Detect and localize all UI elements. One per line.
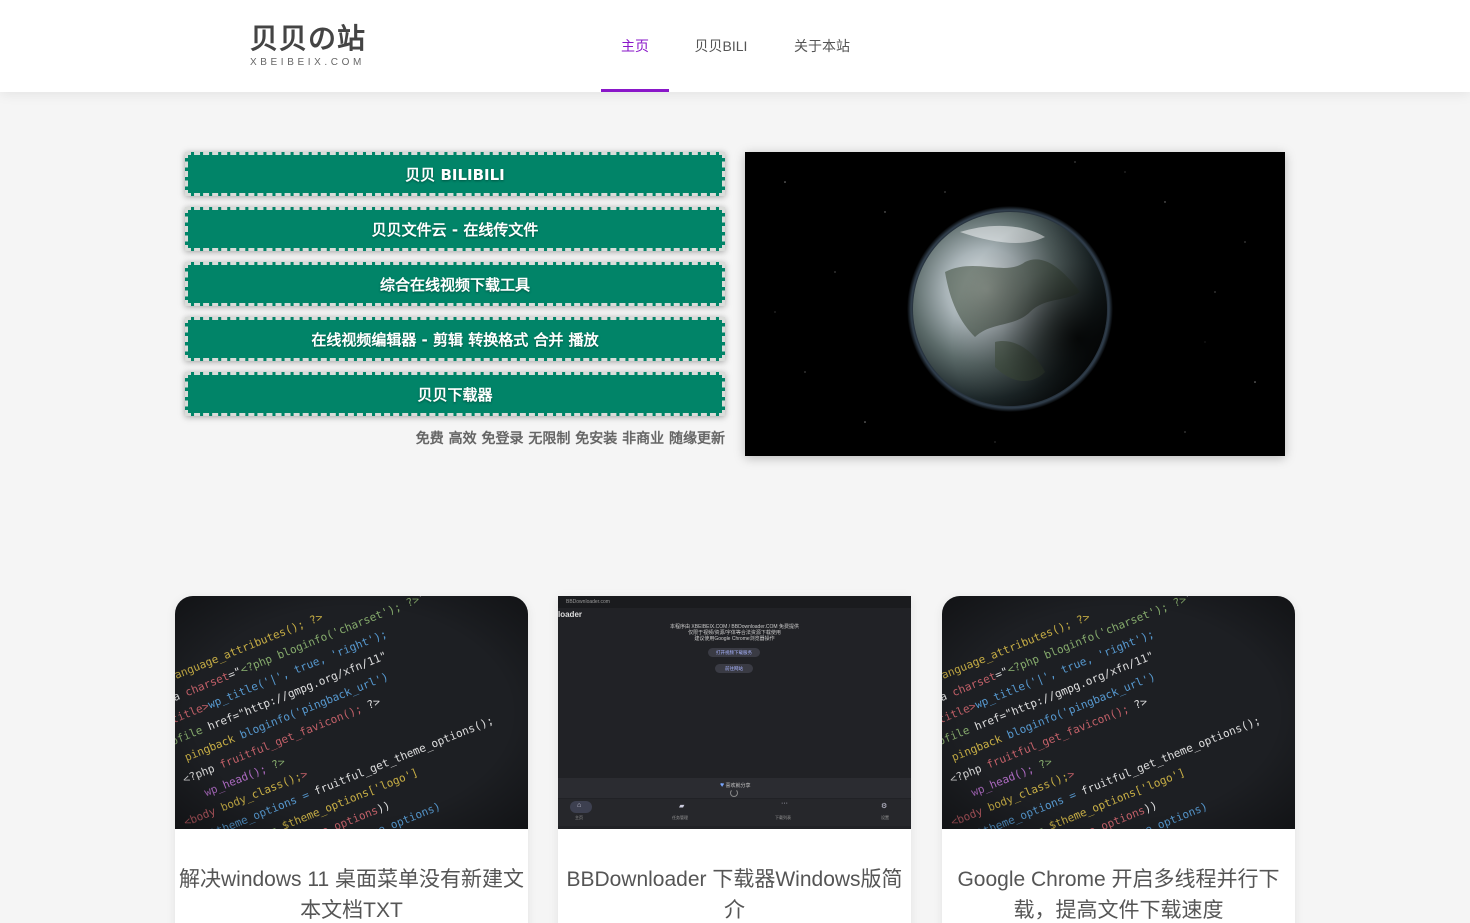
folder-icon: ▰: [679, 803, 685, 810]
button-label: 贝贝 BILIBILI: [405, 165, 505, 184]
nav-item-about[interactable]: 关于本站: [782, 0, 862, 92]
downloader-link-button[interactable]: 贝贝下载器: [185, 372, 725, 416]
app-name: loader: [558, 610, 583, 619]
nav-item-label: 关于本站: [794, 38, 850, 54]
site-header: 贝贝の站 XBEIBEIX.COM 主页 贝贝BILI 关于本站: [0, 0, 1470, 92]
open-service-button: 打开视频下载服务: [708, 648, 760, 657]
button-label: 贝贝下载器: [417, 385, 493, 404]
site-title: 贝贝の站: [250, 22, 367, 55]
site-logo[interactable]: 贝贝の站 XBEIBEIX.COM: [250, 22, 366, 70]
app-tab-bar: ⌂ 主页 ▰ 任务管理 ··· 下载列表 ⚙ 设置: [558, 799, 911, 826]
article-card[interactable]: <?php language_attributes(); ?> <meta ch…: [175, 596, 528, 923]
loading-spinner-icon: [730, 789, 738, 797]
home-icon: ⌂: [577, 802, 582, 809]
nav-item-bili[interactable]: 贝贝BILI: [685, 0, 757, 92]
earth-image: [745, 152, 1285, 456]
video-download-tool-link-button[interactable]: 综合在线视频下载工具: [185, 262, 725, 306]
code-screen-image: <?php language_attributes(); ?> <meta ch…: [942, 596, 1295, 829]
earth-globe-graphic: [774, 161, 1256, 443]
bilibili-link-button[interactable]: 贝贝 BILIBILI: [185, 152, 725, 196]
button-label: 在线视频编辑器 - 剪辑 转换格式 合并 播放: [311, 330, 599, 349]
button-label: 贝贝文件云 - 在线传文件: [371, 220, 539, 239]
nav-item-home[interactable]: 主页: [601, 0, 669, 92]
article-card[interactable]: <?php language_attributes(); ?> <meta ch…: [942, 596, 1295, 923]
window-titlebar: BBDownloader.com: [558, 596, 911, 608]
video-editor-link-button[interactable]: 在线视频编辑器 - 剪辑 转换格式 合并 播放: [185, 317, 725, 361]
app-notice: 本程序由 XBEIBEIX.COM / BBDownloader.COM 免费提…: [670, 624, 799, 642]
app-screenshot-image: BBDownloader.com loader 本程序由 XBEIBEIX.CO…: [558, 596, 911, 829]
article-title[interactable]: BBDownloader 下载器Windows版简介: [558, 864, 911, 923]
goto-site-button: 前往网站: [715, 664, 753, 673]
hero-tagline: 免费 高效 免登录 无限制 免安装 非商业 随缘更新: [415, 431, 725, 447]
app-footer-bar: ♥ 喜欢就分享: [558, 778, 911, 798]
article-card[interactable]: BBDownloader.com loader 本程序由 XBEIBEIX.CO…: [558, 596, 911, 923]
code-screen-image: <?php language_attributes(); ?> <meta ch…: [175, 596, 528, 829]
nav-item-label: 主页: [621, 38, 649, 54]
nav-active-indicator: [601, 89, 669, 92]
site-subtitle: XBEIBEIX.COM: [250, 57, 365, 68]
heart-icon: ♥: [720, 782, 725, 789]
article-title[interactable]: 解决windows 11 桌面菜单没有新建文本文档TXT: [175, 864, 528, 923]
more-icon: ···: [781, 800, 788, 807]
file-cloud-link-button[interactable]: 贝贝文件云 - 在线传文件: [185, 207, 725, 251]
nav-item-label: 贝贝BILI: [694, 38, 748, 54]
gear-icon: ⚙: [881, 803, 888, 810]
article-title[interactable]: Google Chrome 开启多线程并行下载，提高文件下载速度: [942, 864, 1295, 923]
button-label: 综合在线视频下载工具: [379, 275, 530, 294]
